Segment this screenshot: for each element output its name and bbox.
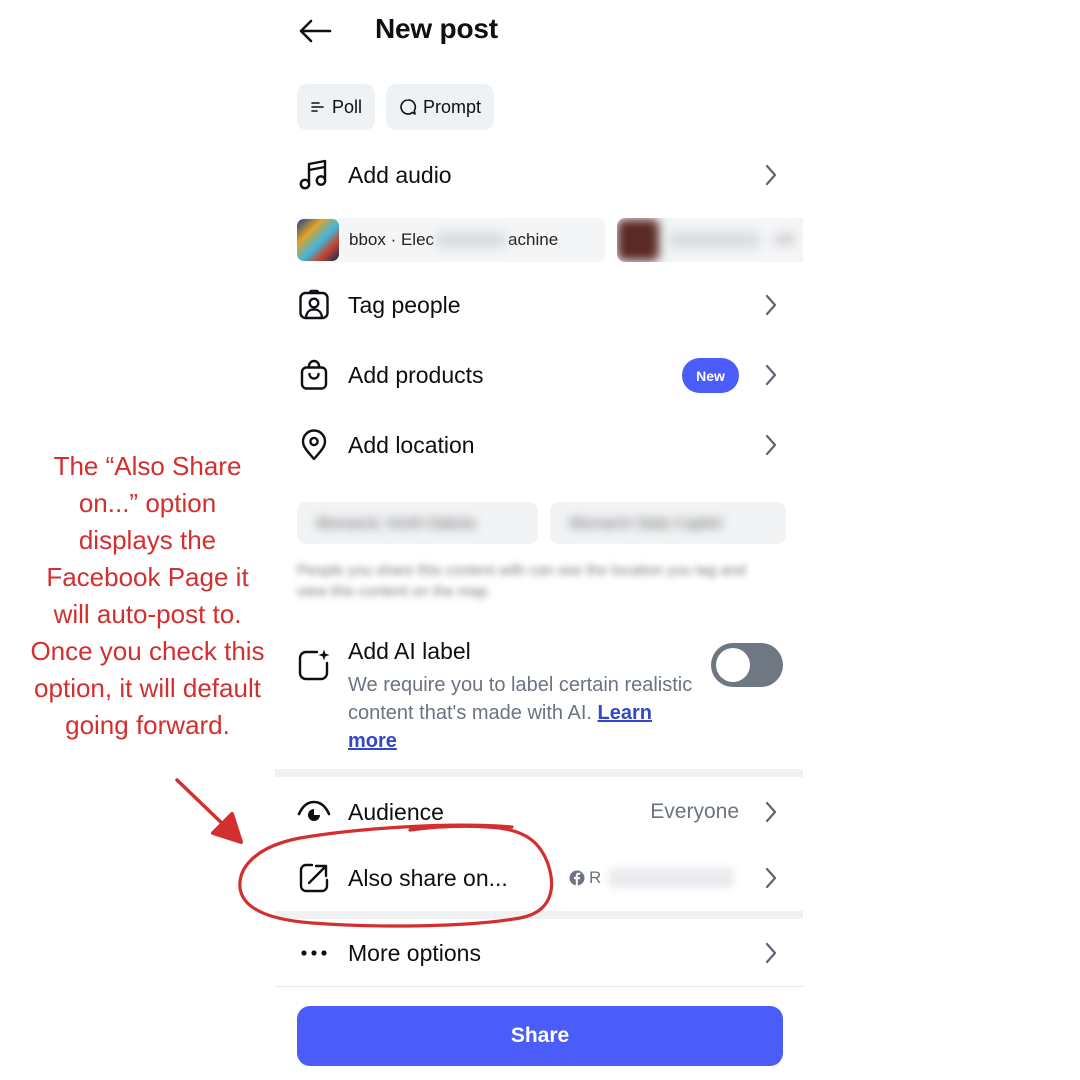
poll-icon bbox=[311, 102, 324, 112]
new-badge: New bbox=[682, 358, 739, 393]
tag-person-icon bbox=[297, 288, 331, 322]
redacted-text bbox=[669, 232, 759, 248]
add-audio-row[interactable]: Add audio bbox=[275, 145, 803, 205]
tag-people-label: Tag people bbox=[348, 291, 461, 318]
location-suggestion-label: Bismarck, North Dakota bbox=[317, 514, 476, 532]
ai-label-toggle[interactable] bbox=[711, 643, 783, 687]
add-location-label: Add location bbox=[348, 431, 475, 458]
location-suggestion-label: Bismarck State Capitol bbox=[570, 514, 722, 532]
ai-label-description: We require you to label certain realisti… bbox=[348, 671, 693, 755]
toggle-knob bbox=[716, 648, 750, 682]
tag-people-row[interactable]: Tag people bbox=[275, 275, 803, 335]
more-dots-icon bbox=[297, 936, 331, 970]
chevron-right-icon bbox=[761, 433, 781, 457]
chevron-right-icon bbox=[761, 163, 781, 187]
more-options-row[interactable]: More options bbox=[275, 923, 803, 983]
post-type-chips: Poll Prompt bbox=[297, 84, 495, 130]
location-suggestion-chip[interactable]: Bismarck State Capitol bbox=[550, 502, 786, 544]
facebook-icon bbox=[569, 870, 585, 886]
chevron-right-icon bbox=[761, 941, 781, 965]
audio-suggestion-title: bbox · Elec bbox=[349, 230, 435, 249]
add-audio-label: Add audio bbox=[348, 161, 452, 188]
add-location-row[interactable]: Add location bbox=[275, 415, 803, 475]
ai-sparkle-icon bbox=[297, 648, 331, 682]
audio-suggestion-title: · All bbox=[765, 230, 794, 249]
shopping-bag-icon bbox=[297, 358, 331, 392]
header: New post bbox=[275, 0, 803, 62]
redacted-text bbox=[436, 232, 507, 248]
chevron-right-icon bbox=[761, 800, 781, 824]
chevron-right-icon bbox=[761, 363, 781, 387]
audio-suggestions: bbox · Elec achine · All bbox=[297, 218, 803, 262]
chevron-right-icon bbox=[761, 293, 781, 317]
audience-row[interactable]: Audience Everyone bbox=[275, 782, 803, 842]
audience-value: Everyone bbox=[650, 800, 739, 823]
location-suggestions: Bismarck, North Dakota Bismarck State Ca… bbox=[297, 502, 803, 544]
also-share-on-label: Also share on... bbox=[348, 864, 508, 891]
section-divider bbox=[275, 769, 803, 777]
audio-suggestion-chip[interactable]: · All bbox=[617, 218, 803, 262]
more-options-label: More options bbox=[348, 939, 481, 966]
annotation-arrowhead bbox=[211, 812, 243, 844]
section-divider bbox=[275, 911, 803, 919]
prompt-chip-label: Prompt bbox=[423, 96, 482, 117]
audience-label: Audience bbox=[348, 798, 444, 825]
location-suggestion-chip[interactable]: Bismarck, North Dakota bbox=[297, 502, 538, 544]
page-title: New post bbox=[375, 13, 498, 44]
add-products-label: Add products bbox=[348, 361, 484, 388]
prompt-icon bbox=[400, 99, 417, 115]
facebook-page-name: R bbox=[589, 868, 602, 887]
section-divider bbox=[275, 986, 803, 987]
share-button[interactable]: Share bbox=[297, 1006, 783, 1066]
poll-chip[interactable]: Poll bbox=[297, 84, 376, 130]
eye-icon bbox=[297, 795, 331, 829]
audio-suggestion-chip[interactable]: bbox · Elec achine bbox=[297, 218, 605, 262]
annotation-text: The “Also Share on...” option displays t… bbox=[30, 451, 265, 740]
location-privacy-note: People you share this content with can s… bbox=[297, 562, 746, 600]
poll-chip-label: Poll bbox=[332, 96, 363, 117]
annotation-arrow bbox=[175, 778, 230, 831]
location-pin-icon bbox=[297, 428, 331, 462]
back-arrow-icon bbox=[299, 19, 332, 43]
music-note-icon bbox=[297, 158, 331, 192]
album-art-image bbox=[617, 219, 659, 261]
audio-suggestion-title-end: achine bbox=[508, 230, 559, 249]
back-button[interactable] bbox=[295, 14, 335, 48]
ai-label-section: Add AI label We require you to label cer… bbox=[275, 632, 803, 764]
facebook-destination: R bbox=[569, 866, 739, 890]
ai-label-title: Add AI label bbox=[348, 638, 471, 664]
new-post-screen: New post Poll Prompt Add audio bbox · El… bbox=[275, 0, 803, 1080]
redacted-text bbox=[609, 868, 735, 888]
prompt-chip[interactable]: Prompt bbox=[386, 84, 495, 130]
share-arrow-icon bbox=[297, 861, 331, 895]
album-art-image bbox=[297, 219, 339, 261]
chevron-right-icon bbox=[761, 866, 781, 890]
